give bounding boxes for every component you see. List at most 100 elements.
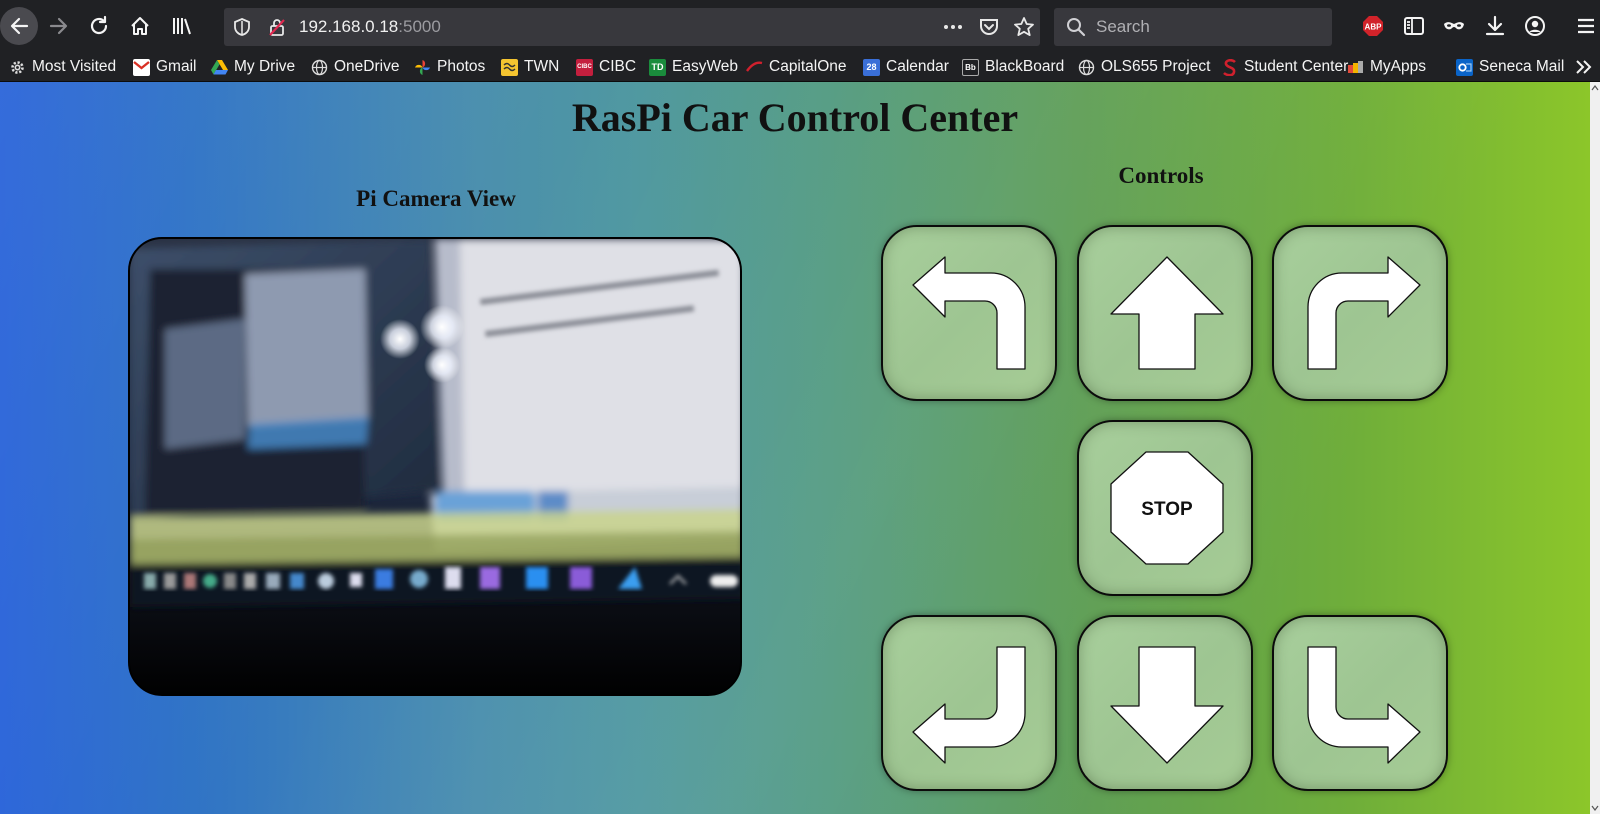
search-placeholder: Search [1096,17,1150,36]
stop-button[interactable]: STOP [1077,420,1253,596]
insecure-lock-icon[interactable] [267,17,287,37]
bookmark-twn[interactable]: TWN [501,57,559,77]
myapps-icon [1347,59,1364,76]
browser-toolbar: 192.168.0.18:5000 Search ABP [0,0,1600,53]
url-port: :5000 [398,17,441,36]
bookmark-photos[interactable]: Photos [414,57,485,77]
sidebar-button[interactable] [1398,10,1430,42]
reverse-left-arrow-icon [912,646,1026,764]
bookmark-myapps[interactable]: MyApps [1347,57,1426,77]
camera-heading: Pi Camera View [356,186,516,211]
globe-icon [1078,59,1095,76]
camera-image [130,239,740,694]
pocket-icon[interactable] [978,17,1000,37]
turn-left-arrow-icon [912,256,1026,370]
menu-button[interactable] [1571,10,1600,42]
bookmark-seneca-mail[interactable]: Seneca Mail [1456,57,1564,77]
reverse-right-arrow-icon [1307,646,1421,764]
outlook-icon [1456,58,1473,76]
gmail-icon [133,58,150,76]
bookmark-capitalone[interactable]: CapitalOne [746,57,847,77]
account-button[interactable] [1519,10,1551,42]
bookmark-cibc[interactable]: CIBC CIBC [576,57,636,77]
bookmark-easyweb[interactable]: TD EasyWeb [649,57,738,77]
reverse-button[interactable] [1077,615,1253,791]
td-icon: TD [649,58,666,76]
download-icon [1485,15,1505,36]
page-title: RasPi Car Control Center [571,95,1019,140]
bookmark-gmail[interactable]: Gmail [133,57,196,77]
url-bar[interactable]: 192.168.0.18:5000 [224,8,1040,46]
turn-right-forward-button[interactable] [1272,225,1448,401]
private-mask-button[interactable] [1438,10,1470,42]
scroll-up-icon[interactable] [1591,84,1599,92]
adblock-plus-icon: ABP [1363,16,1383,36]
bookmark-ols655-project[interactable]: OLS655 Project [1078,57,1210,77]
url-text[interactable]: 192.168.0.18:5000 [299,17,441,37]
bookmark-label: BlackBoard [985,58,1065,75]
bookmark-label: OLS655 Project [1101,58,1211,75]
back-button[interactable] [0,7,38,45]
bookmark-label: Photos [437,58,486,75]
account-icon [1525,16,1545,36]
seneca-icon [1221,58,1238,76]
bookmark-star-icon[interactable] [1013,16,1035,38]
bookmark-label: Student Center [1244,58,1349,75]
search-icon [1067,18,1086,37]
shield-icon[interactable] [232,17,252,37]
downloads-button[interactable] [1479,10,1511,42]
search-bar[interactable]: Search [1054,8,1332,46]
library-icon [173,18,191,35]
turn-left-forward-button[interactable] [881,225,1057,401]
globe-icon [311,59,328,76]
turn-right-arrow-icon [1307,256,1421,370]
forward-button-control[interactable] [1077,225,1253,401]
bookmark-label: CIBC [599,58,637,75]
home-button[interactable] [124,10,156,42]
cibc-icon: CIBC [576,58,593,76]
page-content: RasPi Car Control Center Pi Camera View … [0,82,1590,814]
turn-left-reverse-button[interactable] [881,615,1057,791]
back-arrow-icon [10,17,29,35]
bookmark-label: Gmail [156,58,197,75]
bookmarks-toolbar: Most Visited Gmail My Drive OneDrive Pho… [0,53,1600,82]
gear-icon [9,59,26,76]
adblock-badge-text: ABP [1365,23,1383,32]
bookmark-calendar[interactable]: 28 Calendar [863,57,949,77]
more-actions-icon[interactable] [942,17,964,37]
sidebar-icon [1404,17,1424,35]
calendar-icon: 28 [863,58,880,76]
bookmark-my-drive[interactable]: My Drive [211,57,295,77]
library-button[interactable] [165,10,197,42]
bookmark-onedrive[interactable]: OneDrive [311,57,399,77]
up-arrow-icon [1110,256,1224,370]
bookmarks-overflow-button[interactable] [1574,57,1594,77]
bookmark-label: EasyWeb [672,58,739,75]
turn-right-reverse-button[interactable] [1272,615,1448,791]
forward-button[interactable] [43,10,75,42]
bookmark-blackboard[interactable]: Bb BlackBoard [962,57,1064,77]
stop-octagon-icon: STOP [1110,451,1224,565]
bookmark-student-center[interactable]: Student Center [1221,57,1348,77]
bookmark-label: MyApps [1370,58,1426,75]
photos-icon [414,59,431,76]
capitalone-icon [746,59,763,76]
home-icon [131,17,149,35]
controls-heading: Controls [1118,163,1204,188]
forward-arrow-icon [49,17,68,35]
stop-label: STOP [1141,499,1193,520]
page-scrollbar[interactable] [1590,82,1600,814]
reload-icon [90,15,108,35]
bookmark-most-visited[interactable]: Most Visited [9,57,116,77]
reload-button[interactable] [83,10,115,42]
url-host: 192.168.0.18 [299,17,399,36]
adblock-button[interactable]: ABP [1357,10,1389,42]
hamburger-menu-icon [1577,18,1594,34]
twn-icon [501,58,518,76]
bookmark-label: CapitalOne [769,58,847,75]
drive-icon [211,59,228,76]
mask-icon [1444,22,1464,30]
bookmark-label: Calendar [886,58,949,75]
chevron-double-right-icon [1576,60,1592,74]
scroll-down-icon[interactable] [1591,804,1599,812]
